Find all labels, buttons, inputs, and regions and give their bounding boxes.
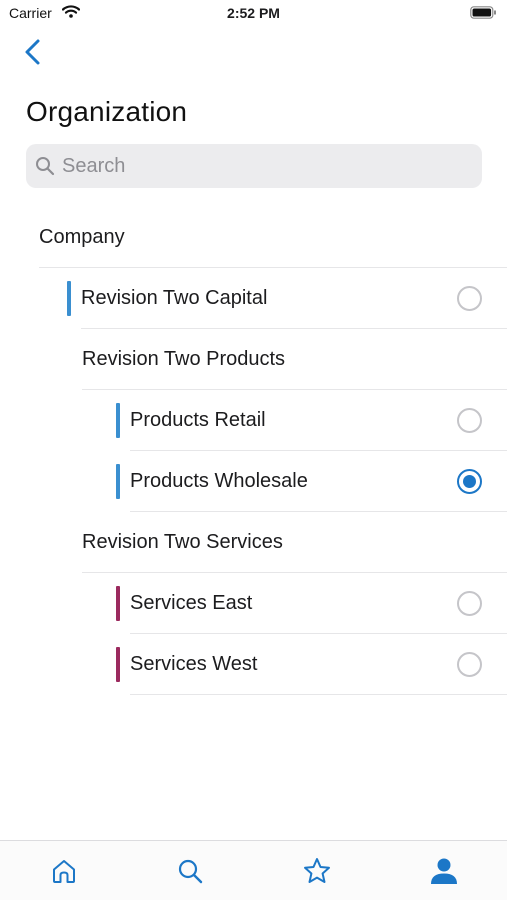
back-button[interactable] — [20, 36, 50, 68]
level-indicator — [116, 586, 120, 621]
status-time: 2:52 PM — [227, 5, 280, 21]
divider — [130, 694, 507, 695]
organization-tree: Company Revision Two Capital Revision Tw… — [0, 207, 507, 695]
tree-row-label: Company — [39, 226, 125, 248]
tree-row-label: Revision Two Services — [82, 531, 283, 553]
radio-button[interactable] — [457, 408, 482, 433]
radio-button[interactable] — [457, 469, 482, 494]
chevron-left-icon — [25, 39, 40, 65]
tree-row-services-east[interactable]: Services East — [0, 573, 507, 634]
tree-row-revision-two-products: Revision Two Products — [0, 329, 507, 390]
search-icon — [35, 156, 55, 181]
tab-favorites[interactable] — [287, 841, 347, 900]
tree-row-services-west[interactable]: Services West — [0, 634, 507, 695]
radio-button[interactable] — [457, 286, 482, 311]
tree-row-label: Revision Two Products — [82, 348, 286, 370]
level-indicator — [116, 464, 120, 499]
tree-row-label: Products Wholesale — [130, 470, 308, 492]
tab-search[interactable] — [160, 841, 220, 900]
status-bar: Carrier 2:52 PM — [0, 0, 507, 28]
tree-row-label: Services West — [130, 653, 258, 675]
search-bar[interactable] — [26, 144, 482, 188]
home-icon — [53, 860, 75, 883]
tree-row-label: Services East — [130, 592, 253, 614]
search-icon — [178, 859, 203, 884]
level-indicator — [116, 403, 120, 438]
tree-row-revision-two-capital[interactable]: Revision Two Capital — [0, 268, 507, 329]
tab-bar — [0, 840, 507, 900]
star-icon — [304, 858, 330, 883]
person-icon — [431, 858, 457, 884]
radio-button[interactable] — [457, 652, 482, 677]
tab-profile[interactable] — [414, 841, 474, 900]
search-input[interactable] — [62, 144, 462, 188]
tree-row-company: Company — [0, 207, 507, 268]
tree-row-products-retail[interactable]: Products Retail — [0, 390, 507, 451]
radio-button[interactable] — [457, 591, 482, 616]
tree-row-revision-two-services: Revision Two Services — [0, 512, 507, 573]
tree-row-label: Products Retail — [130, 409, 266, 431]
battery-icon — [470, 6, 497, 22]
tree-row-label: Revision Two Capital — [81, 287, 268, 309]
page-title: Organization — [26, 96, 188, 127]
level-indicator — [67, 281, 71, 316]
tab-home[interactable] — [34, 841, 94, 900]
tree-row-products-wholesale[interactable]: Products Wholesale — [0, 451, 507, 512]
level-indicator — [116, 647, 120, 682]
